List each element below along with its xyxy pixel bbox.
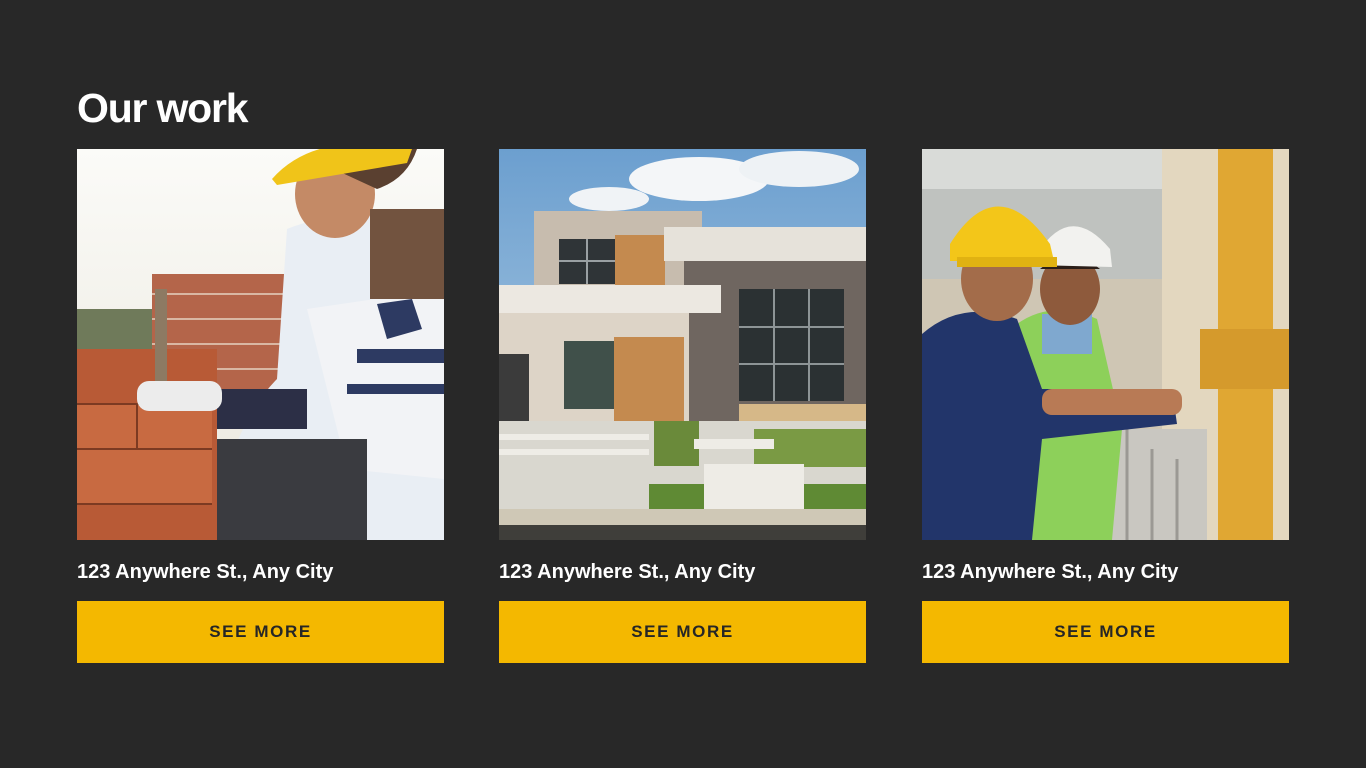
project-card: 123 Anywhere St., Any City SEE MORE [922, 149, 1289, 663]
modern-house-photo[interactable] [499, 149, 866, 540]
project-card: 123 Anywhere St., Any City SEE MORE [77, 149, 444, 663]
see-more-button[interactable]: SEE MORE [499, 601, 866, 663]
our-work-section: Our work 123 Anywhere St., Any City SEE … [0, 0, 1366, 768]
card-address: 123 Anywhere St., Any City [922, 561, 1179, 583]
bricklayer-worker-photo[interactable] [77, 149, 444, 540]
see-more-button[interactable]: SEE MORE [922, 601, 1289, 663]
section-title: Our work [77, 85, 249, 131]
construction-workers-photo[interactable] [922, 149, 1289, 540]
project-card: 123 Anywhere St., Any City SEE MORE [499, 149, 866, 663]
see-more-button[interactable]: SEE MORE [77, 601, 444, 663]
card-address: 123 Anywhere St., Any City [77, 561, 334, 583]
card-address: 123 Anywhere St., Any City [499, 561, 756, 583]
